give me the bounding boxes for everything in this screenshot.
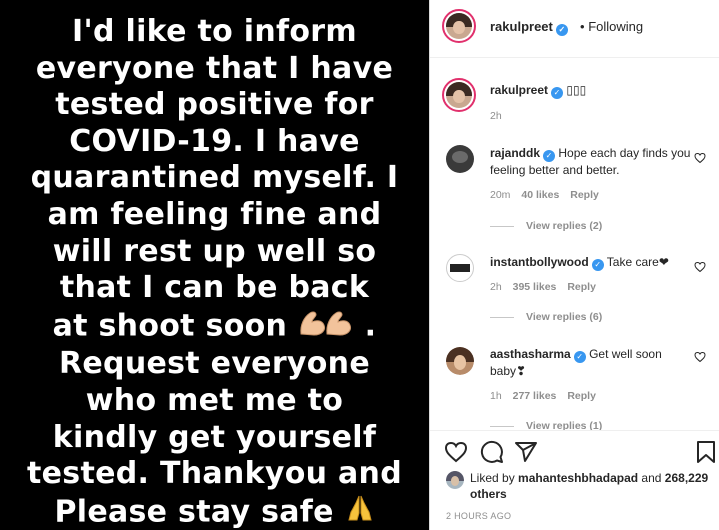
post-line: Request everyone xyxy=(59,346,370,382)
verified-badge-icon: ✓ xyxy=(573,351,586,363)
likes-prefix: Liked by xyxy=(470,471,515,485)
post-image-text: I'd like to inform everyone that I have … xyxy=(0,14,429,530)
comment-likes[interactable]: 40 likes xyxy=(521,189,559,201)
caption-time[interactable]: 2h xyxy=(490,110,502,122)
comment-text-row: aasthasharma ✓ Get well soon baby❣ xyxy=(490,346,700,379)
header-username-row: rakulpreet ✓ xyxy=(490,19,568,36)
comment-meta: 1h 277 likes Reply xyxy=(490,390,596,402)
liker-avatar[interactable] xyxy=(446,471,464,489)
post-line: will rest up well so xyxy=(52,233,377,269)
comment-reply-button[interactable]: Reply xyxy=(567,281,596,293)
comment-time[interactable]: 20m xyxy=(490,189,510,201)
view-replies-label: View replies (6) xyxy=(526,311,603,323)
post-side-panel: rakulpreet ✓ • Following rakulpreet ✓ ▯▯▯ … xyxy=(429,0,719,530)
view-replies-button[interactable]: View replies (2) xyxy=(490,220,602,232)
comment-text-row: rajanddk ✓ Hope each day finds you feelin… xyxy=(490,145,700,178)
heart-icon[interactable] xyxy=(694,261,706,273)
instagram-post-view: I'd like to inform everyone that I have … xyxy=(0,0,719,530)
post-timestamp[interactable]: 2 HOURS AGO xyxy=(446,511,511,521)
comment-reply-button[interactable]: Reply xyxy=(567,390,596,402)
post-line-with-emoji: Please stay safe xyxy=(0,493,429,530)
post-line: am feeling fine and xyxy=(47,196,382,232)
header-username[interactable]: rakulpreet xyxy=(490,19,553,34)
post-line-suffix: . xyxy=(353,308,377,344)
post-actions: Liked by mahanteshbhadapad and 268,229 o… xyxy=(430,430,719,530)
post-line: kindly get yourself xyxy=(52,419,377,455)
comment-time[interactable]: 1h xyxy=(490,390,502,402)
verified-badge-icon: ✓ xyxy=(543,150,556,162)
post-line: quarantined myself. I xyxy=(30,160,399,196)
replies-divider xyxy=(490,316,514,318)
post-line: Please stay safe xyxy=(54,494,334,530)
post-line: I'd like to inform xyxy=(72,14,357,49)
comment-username[interactable]: rajanddk xyxy=(490,146,540,160)
comment-avatar[interactable] xyxy=(446,145,474,173)
verified-badge-icon: ✓ xyxy=(555,24,568,36)
replies-divider xyxy=(490,225,514,227)
post-line: who met me to xyxy=(85,382,344,418)
caption-username[interactable]: rakulpreet xyxy=(490,83,548,97)
comment-likes[interactable]: 395 likes xyxy=(513,281,557,293)
folded-hands-emoji xyxy=(345,493,375,530)
likes-summary: Liked by mahanteshbhadapad and 268,229 o… xyxy=(470,470,710,502)
comment-avatar[interactable] xyxy=(446,254,474,282)
caption-text-row: rakulpreet ✓ ▯▯▯ xyxy=(490,82,700,99)
flexed-biceps-emoji xyxy=(298,307,354,347)
view-replies-button[interactable]: View replies (1) xyxy=(490,420,602,430)
share-icon[interactable] xyxy=(514,440,538,464)
comment-reply-button[interactable]: Reply xyxy=(570,189,599,201)
comment-text-row: instantbollywood ✓ Take care❤ xyxy=(490,254,700,271)
view-replies-label: View replies (2) xyxy=(526,220,603,232)
post-line: tested positive for xyxy=(55,87,374,123)
post-line: that I can be back xyxy=(59,270,370,306)
view-replies-button[interactable]: View replies (6) xyxy=(490,311,602,323)
comment-likes[interactable]: 277 likes xyxy=(513,390,557,402)
comment-time[interactable]: 2h xyxy=(490,281,502,293)
verified-badge-icon: ✓ xyxy=(591,259,604,271)
verified-badge-icon: ✓ xyxy=(551,87,564,99)
caption-avatar[interactable] xyxy=(442,78,476,112)
caption-text: ▯▯▯ xyxy=(566,83,587,97)
header-avatar[interactable] xyxy=(442,9,476,43)
comment-avatar[interactable] xyxy=(446,347,474,375)
liker-username[interactable]: mahanteshbhadapad xyxy=(518,471,638,485)
comment-username[interactable]: instantbollywood xyxy=(490,255,589,269)
heart-icon[interactable] xyxy=(694,152,706,164)
post-image[interactable]: I'd like to inform everyone that I have … xyxy=(0,0,429,530)
comment-meta: 20m 40 likes Reply xyxy=(490,189,599,201)
comment-username[interactable]: aasthasharma xyxy=(490,347,571,361)
comment-icon[interactable] xyxy=(480,440,504,464)
comment-text: Take care❤ xyxy=(606,255,669,269)
following-button[interactable]: Following xyxy=(588,19,643,34)
follow-status-row: • Following xyxy=(580,19,643,34)
heart-icon[interactable] xyxy=(694,351,706,363)
bookmark-icon[interactable] xyxy=(696,440,716,464)
post-line: tested. Thankyou and xyxy=(27,456,402,492)
post-line: everyone that I have xyxy=(35,50,394,86)
post-line: COVID-19. I have xyxy=(69,123,360,159)
likes-and: and xyxy=(641,471,662,485)
separator-dot: • xyxy=(580,19,585,34)
comment-meta: 2h 395 likes Reply xyxy=(490,281,596,293)
post-header: rakulpreet ✓ • Following xyxy=(430,0,719,58)
replies-divider xyxy=(490,425,514,427)
post-line: at shoot soon xyxy=(52,308,288,344)
heart-icon[interactable] xyxy=(444,440,468,464)
comments-section[interactable]: rakulpreet ✓ ▯▯▯ 2h rajanddk ✓ Hope each d… xyxy=(430,58,719,430)
view-replies-label: View replies (1) xyxy=(526,420,603,430)
post-line-with-emoji: at shoot soon . xyxy=(0,307,429,347)
